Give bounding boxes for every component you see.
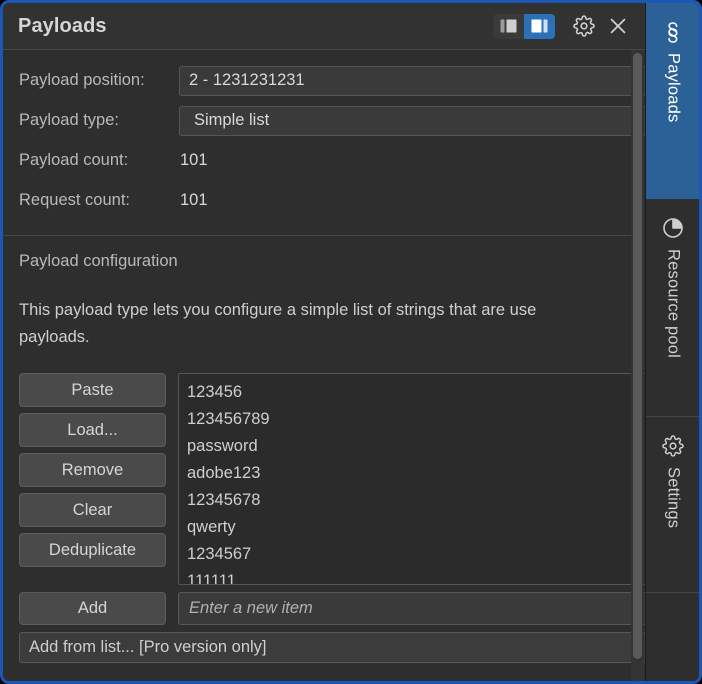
layout-right-icon[interactable] <box>524 13 555 39</box>
page-title: Payloads <box>18 14 107 37</box>
title-bar-actions <box>493 3 635 49</box>
payload-position-label: Payload position: <box>19 71 145 89</box>
payload-type-row: Payload type: Simple list <box>19 104 645 137</box>
request-count-row: Request count: 101 <box>19 184 645 217</box>
payload-configuration-heading: Payload configuration <box>19 252 178 270</box>
list-item[interactable]: 1234567 <box>187 541 645 568</box>
paste-button[interactable]: Paste <box>19 373 166 407</box>
deduplicate-button[interactable]: Deduplicate <box>19 533 166 567</box>
payload-configuration-section: Payload configuration This payload type … <box>3 236 645 351</box>
clear-button[interactable]: Clear <box>19 493 166 527</box>
payload-count-label: Payload count: <box>19 151 129 169</box>
gear-icon[interactable] <box>567 9 601 43</box>
list-item[interactable]: 12345678 <box>187 487 645 514</box>
list-item[interactable]: qwerty <box>187 514 645 541</box>
payloads-panel: Payloads Payload position: 2 - 123123123… <box>0 0 702 684</box>
close-icon[interactable] <box>601 9 635 43</box>
app-root: Payloads Payload position: 2 - 123123123… <box>0 0 702 684</box>
list-item[interactable]: adobe123 <box>187 460 645 487</box>
sidebar-item-settings[interactable]: Settings <box>646 417 699 593</box>
payload-info-form: Payload position: 2 - 1231231231 Payload… <box>3 50 645 229</box>
scrollbar-thumb[interactable] <box>633 53 642 659</box>
sidebar-item-payloads[interactable]: Payloads <box>646 3 699 199</box>
right-sidebar: Payloads Resource pool Settings <box>645 3 699 681</box>
layout-left-icon[interactable] <box>493 13 524 39</box>
sidebar-item-label: Settings <box>664 467 683 529</box>
content-inner: Payload position: 2 - 1231231231 Payload… <box>3 50 645 663</box>
content-body: Payload position: 2 - 1231231231 Payload… <box>3 50 645 681</box>
payload-position-field[interactable]: 2 - 1231231231 <box>179 65 645 96</box>
payload-count-row: Payload count: 101 <box>19 144 645 177</box>
payload-editor: Paste Load... Remove Clear Deduplicate 1… <box>3 373 645 585</box>
gear-icon <box>662 431 684 461</box>
main-region: Payloads Payload position: 2 - 123123123… <box>3 3 645 681</box>
list-item[interactable]: 111111 <box>187 568 645 584</box>
list-item[interactable]: 123456 <box>187 379 645 406</box>
payload-configuration-description: This payload type lets you configure a s… <box>19 301 537 346</box>
load-button[interactable]: Load... <box>19 413 166 447</box>
layout-toggle-group[interactable] <box>493 13 555 39</box>
payload-position-row: Payload position: 2 - 1231231231 <box>19 64 645 97</box>
list-item[interactable]: password <box>187 433 645 460</box>
payload-action-buttons: Paste Load... Remove Clear Deduplicate <box>19 373 166 585</box>
sidebar-item-resource-pool[interactable]: Resource pool <box>646 199 699 417</box>
remove-button[interactable]: Remove <box>19 453 166 487</box>
sidebar-filler <box>646 593 699 681</box>
content-vertical-scrollbar[interactable] <box>631 50 644 681</box>
section-sign-icon <box>663 17 683 47</box>
payload-type-combo[interactable]: Simple list <box>179 105 645 136</box>
payload-type-label: Payload type: <box>19 111 119 129</box>
add-item-row: Add <box>3 592 645 625</box>
payload-count-value: 101 <box>180 151 208 169</box>
new-item-input[interactable] <box>178 592 645 625</box>
payload-list[interactable]: 123456 123456789 password adobe123 12345… <box>178 373 645 585</box>
sidebar-item-label: Payloads <box>664 53 683 123</box>
request-count-value: 101 <box>180 191 208 209</box>
list-item[interactable]: 123456789 <box>187 406 645 433</box>
request-count-label: Request count: <box>19 191 130 209</box>
add-button[interactable]: Add <box>19 592 166 625</box>
add-from-list-combo[interactable]: Add from list... [Pro version only] <box>19 632 645 663</box>
sidebar-item-label: Resource pool <box>664 249 683 358</box>
title-bar: Payloads <box>3 3 645 50</box>
pie-chart-icon <box>661 213 685 243</box>
